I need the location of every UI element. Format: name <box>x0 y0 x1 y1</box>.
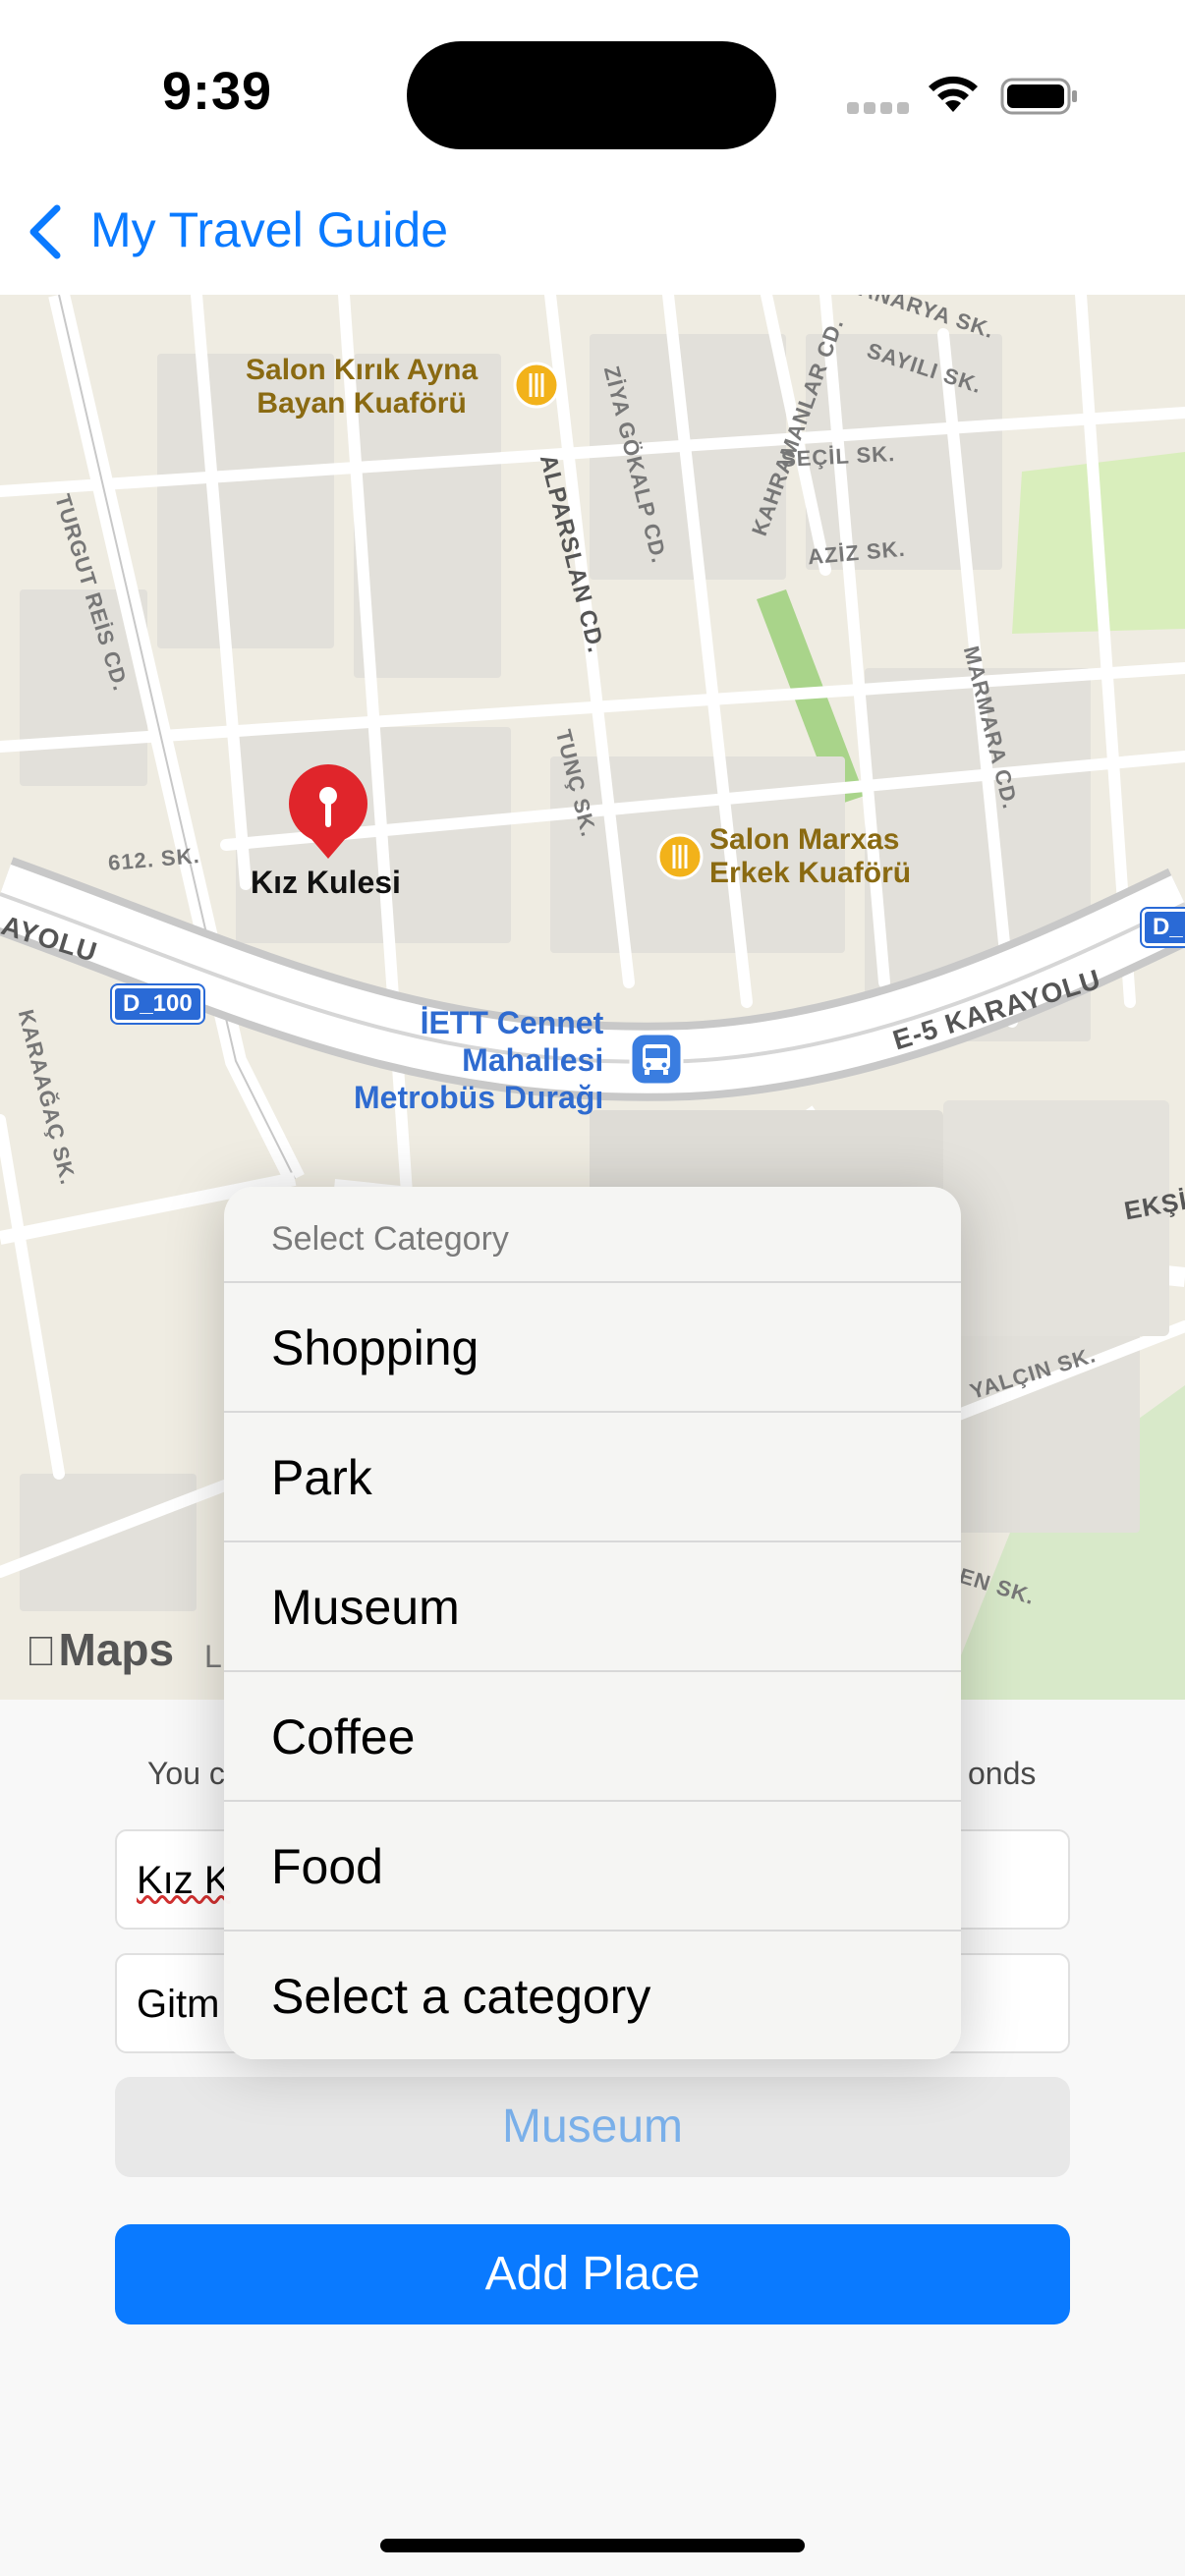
note-field-value: Gitm <box>137 1983 220 2026</box>
menu-item-park[interactable]: Park <box>224 1413 961 1542</box>
road-badge: D_ <box>1140 907 1185 948</box>
cellular-signal-icon <box>847 102 909 116</box>
info-text-right: onds <box>968 1756 1037 1791</box>
navigation-bar: My Travel Guide <box>0 177 1185 295</box>
battery-icon <box>1000 78 1077 115</box>
add-place-button[interactable]: Add Place <box>115 2224 1070 2324</box>
bus-icon[interactable] <box>629 1032 684 1087</box>
menu-item-food[interactable]: Food <box>224 1802 961 1932</box>
dynamic-island <box>407 41 776 149</box>
pin-label: Kız Kulesi <box>251 865 401 900</box>
menu-item-select-a-category[interactable]: Select a category <box>224 1932 961 2059</box>
map-pin-icon[interactable] <box>285 762 371 861</box>
poi-label[interactable]: Salon Kırık Ayna Bayan Kuaförü <box>246 354 478 420</box>
maps-attribution: Maps <box>26 1624 174 1675</box>
transit-label[interactable]: İETT Cennet Mahallesi Metrobüs Durağı <box>354 1004 603 1116</box>
apple-logo-icon:  <box>26 1628 57 1674</box>
name-field-value: Kız K <box>137 1859 231 1902</box>
back-chevron-icon[interactable] <box>26 202 65 261</box>
back-button[interactable]: My Travel Guide <box>90 201 448 258</box>
road-badge: D_100 <box>110 983 205 1025</box>
menu-header: Select Category <box>224 1187 961 1283</box>
menu-item-museum[interactable]: Museum <box>224 1542 961 1672</box>
hair-salon-icon[interactable] <box>513 362 560 409</box>
home-indicator[interactable] <box>380 2539 805 2552</box>
wifi-icon <box>929 76 978 112</box>
poi-label[interactable]: Salon Marxas Erkek Kuaförü <box>709 823 911 890</box>
menu-item-coffee[interactable]: Coffee <box>224 1672 961 1802</box>
hair-salon-icon[interactable] <box>656 833 704 880</box>
category-picker-button[interactable]: Museum <box>115 2077 1070 2177</box>
category-menu: Select Category Shopping Park Museum Cof… <box>224 1187 961 2059</box>
info-text-left: You c <box>147 1756 225 1791</box>
menu-item-shopping[interactable]: Shopping <box>224 1283 961 1413</box>
status-time: 9:39 <box>162 62 273 121</box>
status-bar: 9:39 <box>0 0 1185 177</box>
legal-link[interactable]: L <box>204 1639 222 1675</box>
